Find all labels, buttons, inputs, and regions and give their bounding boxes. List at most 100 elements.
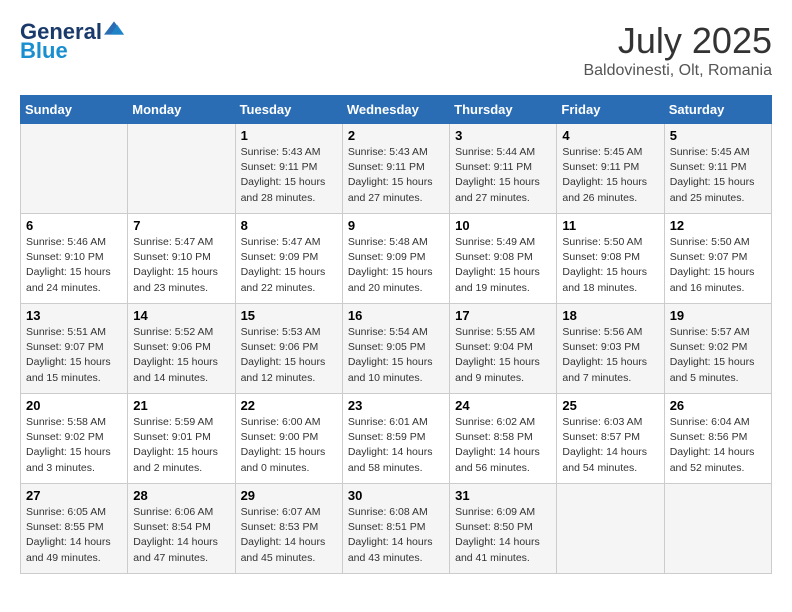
- weekday-header: Saturday: [664, 96, 771, 124]
- day-number: 18: [562, 308, 658, 323]
- calendar-cell: 7 Sunrise: 5:47 AM Sunset: 9:10 PM Daylig…: [128, 214, 235, 304]
- weekday-header: Thursday: [450, 96, 557, 124]
- calendar-cell: 20Sunrise: 5:58 AM Sunset: 9:02 PM Dayli…: [21, 394, 128, 484]
- day-number: 29: [241, 488, 337, 503]
- weekday-header: Tuesday: [235, 96, 342, 124]
- day-info: Sunrise: 5:45 AM Sunset: 9:11 PM Dayligh…: [562, 145, 658, 206]
- calendar-cell: 16 Sunrise: 5:54 AM Sunset: 9:05 PM Dayli…: [342, 304, 449, 394]
- day-info: Sunrise: 6:04 AM Sunset: 8:56 PM Dayligh…: [670, 415, 766, 476]
- calendar-cell: 31 Sunrise: 6:09 AM Sunset: 8:50 PM Dayli…: [450, 484, 557, 574]
- day-number: 31: [455, 488, 551, 503]
- calendar-cell: 9 Sunrise: 5:48 AM Sunset: 9:09 PM Daylig…: [342, 214, 449, 304]
- logo: General Blue: [20, 20, 124, 64]
- calendar-table: SundayMondayTuesdayWednesdayThursdayFrid…: [20, 95, 772, 574]
- day-info: Sunrise: 5:52 AM Sunset: 9:06 PM Dayligh…: [133, 325, 229, 386]
- day-number: 8: [241, 218, 337, 233]
- day-info: Sunrise: 5:48 AM Sunset: 9:09 PM Dayligh…: [348, 235, 444, 296]
- calendar-cell: 22Sunrise: 6:00 AM Sunset: 9:00 PM Dayli…: [235, 394, 342, 484]
- calendar-week-row: 13Sunrise: 5:51 AM Sunset: 9:07 PM Dayli…: [21, 304, 772, 394]
- day-info: Sunrise: 5:56 AM Sunset: 9:03 PM Dayligh…: [562, 325, 658, 386]
- day-info: Sunrise: 6:06 AM Sunset: 8:54 PM Dayligh…: [133, 505, 229, 566]
- day-number: 20: [26, 398, 122, 413]
- day-number: 16: [348, 308, 444, 323]
- day-number: 23: [348, 398, 444, 413]
- day-info: Sunrise: 6:03 AM Sunset: 8:57 PM Dayligh…: [562, 415, 658, 476]
- calendar-cell: 25 Sunrise: 6:03 AM Sunset: 8:57 PM Dayli…: [557, 394, 664, 484]
- day-number: 9: [348, 218, 444, 233]
- day-info: Sunrise: 5:45 AM Sunset: 9:11 PM Dayligh…: [670, 145, 766, 206]
- day-info: Sunrise: 5:47 AM Sunset: 9:09 PM Dayligh…: [241, 235, 337, 296]
- day-info: Sunrise: 6:01 AM Sunset: 8:59 PM Dayligh…: [348, 415, 444, 476]
- day-info: Sunrise: 6:02 AM Sunset: 8:58 PM Dayligh…: [455, 415, 551, 476]
- day-number: 4: [562, 128, 658, 143]
- calendar-cell: 26 Sunrise: 6:04 AM Sunset: 8:56 PM Dayli…: [664, 394, 771, 484]
- day-number: 21: [133, 398, 229, 413]
- calendar-week-row: 27 Sunrise: 6:05 AM Sunset: 8:55 PM Dayli…: [21, 484, 772, 574]
- day-number: 27: [26, 488, 122, 503]
- calendar-cell: 19 Sunrise: 5:57 AM Sunset: 9:02 PM Dayli…: [664, 304, 771, 394]
- day-number: 30: [348, 488, 444, 503]
- calendar-cell: [664, 484, 771, 574]
- calendar-cell: 14 Sunrise: 5:52 AM Sunset: 9:06 PM Dayli…: [128, 304, 235, 394]
- day-number: 17: [455, 308, 551, 323]
- day-number: 19: [670, 308, 766, 323]
- day-info: Sunrise: 5:43 AM Sunset: 9:11 PM Dayligh…: [348, 145, 444, 206]
- day-number: 26: [670, 398, 766, 413]
- day-info: Sunrise: 5:46 AM Sunset: 9:10 PM Dayligh…: [26, 235, 122, 296]
- day-number: 24: [455, 398, 551, 413]
- calendar-week-row: 6 Sunrise: 5:46 AM Sunset: 9:10 PM Daylig…: [21, 214, 772, 304]
- day-info: Sunrise: 6:05 AM Sunset: 8:55 PM Dayligh…: [26, 505, 122, 566]
- day-number: 5: [670, 128, 766, 143]
- calendar-cell: 21Sunrise: 5:59 AM Sunset: 9:01 PM Dayli…: [128, 394, 235, 484]
- day-info: Sunrise: 5:57 AM Sunset: 9:02 PM Dayligh…: [670, 325, 766, 386]
- day-number: 28: [133, 488, 229, 503]
- calendar-cell: 28 Sunrise: 6:06 AM Sunset: 8:54 PM Dayli…: [128, 484, 235, 574]
- calendar-cell: 24 Sunrise: 6:02 AM Sunset: 8:58 PM Dayli…: [450, 394, 557, 484]
- calendar-cell: 5 Sunrise: 5:45 AM Sunset: 9:11 PM Daylig…: [664, 124, 771, 214]
- day-number: 10: [455, 218, 551, 233]
- calendar-cell: 6 Sunrise: 5:46 AM Sunset: 9:10 PM Daylig…: [21, 214, 128, 304]
- day-number: 11: [562, 218, 658, 233]
- day-number: 6: [26, 218, 122, 233]
- day-info: Sunrise: 5:54 AM Sunset: 9:05 PM Dayligh…: [348, 325, 444, 386]
- calendar-cell: 4 Sunrise: 5:45 AM Sunset: 9:11 PM Daylig…: [557, 124, 664, 214]
- calendar-cell: 2 Sunrise: 5:43 AM Sunset: 9:11 PM Daylig…: [342, 124, 449, 214]
- calendar-cell: 8 Sunrise: 5:47 AM Sunset: 9:09 PM Daylig…: [235, 214, 342, 304]
- day-number: 12: [670, 218, 766, 233]
- calendar-cell: 13Sunrise: 5:51 AM Sunset: 9:07 PM Dayli…: [21, 304, 128, 394]
- day-number: 7: [133, 218, 229, 233]
- day-number: 1: [241, 128, 337, 143]
- calendar-cell: 18 Sunrise: 5:56 AM Sunset: 9:03 PM Dayli…: [557, 304, 664, 394]
- calendar-cell: 15Sunrise: 5:53 AM Sunset: 9:06 PM Dayli…: [235, 304, 342, 394]
- logo-icon: [104, 18, 124, 38]
- calendar-week-row: 1 Sunrise: 5:43 AM Sunset: 9:11 PM Daylig…: [21, 124, 772, 214]
- calendar-cell: 11Sunrise: 5:50 AM Sunset: 9:08 PM Dayli…: [557, 214, 664, 304]
- day-info: Sunrise: 5:49 AM Sunset: 9:08 PM Dayligh…: [455, 235, 551, 296]
- day-number: 14: [133, 308, 229, 323]
- calendar-cell: 23 Sunrise: 6:01 AM Sunset: 8:59 PM Dayli…: [342, 394, 449, 484]
- calendar-cell: [21, 124, 128, 214]
- calendar-cell: 30 Sunrise: 6:08 AM Sunset: 8:51 PM Dayli…: [342, 484, 449, 574]
- page-header: General Blue July 2025 Baldovinesti, Olt…: [20, 20, 772, 80]
- title-block: July 2025 Baldovinesti, Olt, Romania: [583, 20, 772, 80]
- day-number: 2: [348, 128, 444, 143]
- calendar-cell: 17 Sunrise: 5:55 AM Sunset: 9:04 PM Dayli…: [450, 304, 557, 394]
- day-info: Sunrise: 6:07 AM Sunset: 8:53 PM Dayligh…: [241, 505, 337, 566]
- day-info: Sunrise: 5:44 AM Sunset: 9:11 PM Dayligh…: [455, 145, 551, 206]
- calendar-cell: 3 Sunrise: 5:44 AM Sunset: 9:11 PM Daylig…: [450, 124, 557, 214]
- day-info: Sunrise: 5:50 AM Sunset: 9:07 PM Dayligh…: [670, 235, 766, 296]
- month-year: July 2025: [583, 20, 772, 62]
- day-info: Sunrise: 5:55 AM Sunset: 9:04 PM Dayligh…: [455, 325, 551, 386]
- day-number: 3: [455, 128, 551, 143]
- day-info: Sunrise: 5:53 AM Sunset: 9:06 PM Dayligh…: [241, 325, 337, 386]
- day-info: Sunrise: 6:09 AM Sunset: 8:50 PM Dayligh…: [455, 505, 551, 566]
- calendar-week-row: 20Sunrise: 5:58 AM Sunset: 9:02 PM Dayli…: [21, 394, 772, 484]
- calendar-cell: 27 Sunrise: 6:05 AM Sunset: 8:55 PM Dayli…: [21, 484, 128, 574]
- day-info: Sunrise: 6:08 AM Sunset: 8:51 PM Dayligh…: [348, 505, 444, 566]
- calendar-cell: 10 Sunrise: 5:49 AM Sunset: 9:08 PM Dayli…: [450, 214, 557, 304]
- day-info: Sunrise: 5:51 AM Sunset: 9:07 PM Dayligh…: [26, 325, 122, 386]
- day-number: 25: [562, 398, 658, 413]
- calendar-cell: 29 Sunrise: 6:07 AM Sunset: 8:53 PM Dayli…: [235, 484, 342, 574]
- calendar-cell: [557, 484, 664, 574]
- day-info: Sunrise: 5:47 AM Sunset: 9:10 PM Dayligh…: [133, 235, 229, 296]
